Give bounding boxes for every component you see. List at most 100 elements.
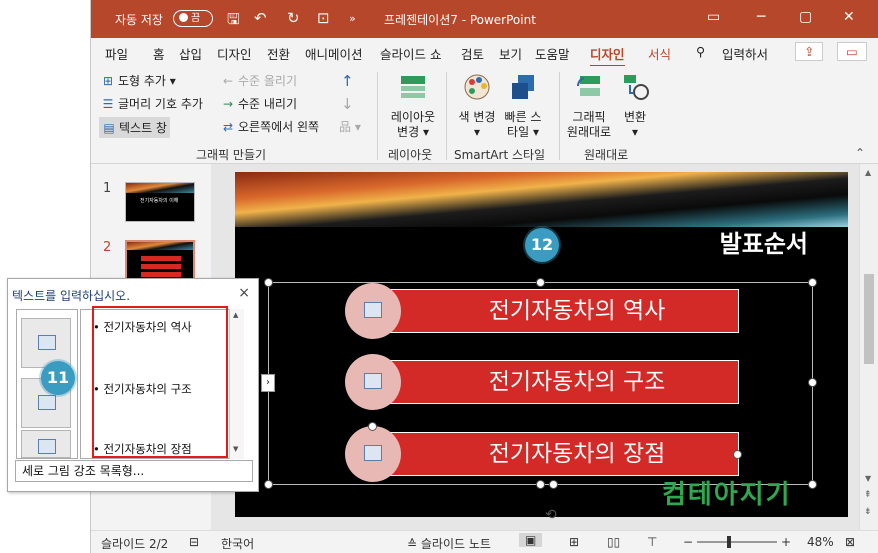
title-bar: 자동 저장 끔 🖫 ↶ ↻ ⊡ » 프레젠테이션7 - PowerPoint ▭…: [91, 0, 878, 38]
minimize-icon[interactable]: ─: [757, 9, 765, 25]
tab-insert[interactable]: 삽입: [179, 44, 202, 63]
bullet-icon: ☰: [102, 97, 114, 111]
resize-handle[interactable]: [549, 480, 558, 489]
tab-transitions[interactable]: 전환: [267, 44, 290, 63]
tab-help[interactable]: 도움말: [535, 44, 570, 63]
slide-sorter-icon[interactable]: ⊞: [569, 535, 579, 549]
tab-smartart-design[interactable]: 디자인: [590, 44, 625, 68]
share-icon[interactable]: ⇪: [795, 42, 824, 61]
change-colors-button[interactable]: 색 변경 ▾: [455, 72, 499, 140]
save-icon[interactable]: 🖫: [227, 9, 240, 34]
resize-handle[interactable]: [264, 480, 273, 489]
add-shape-button[interactable]: ⊞ 도형 추가 ▾: [101, 72, 176, 89]
tell-me-input[interactable]: 입력하서: [722, 44, 768, 63]
tab-view[interactable]: 보기: [499, 44, 522, 63]
reset-graphic-button[interactable]: 그래픽 원래대로: [565, 72, 613, 140]
resize-handle[interactable]: [536, 480, 545, 489]
convert-button[interactable]: 변환 ▾: [615, 72, 655, 140]
ribbon: ⊞ 도형 추가 ▾ ☰ 글머리 기호 추가 ▤ 텍스트 창 ← 수준 올리기 → 수준 내…: [91, 66, 878, 164]
resize-handle[interactable]: [368, 422, 377, 431]
accessibility-icon[interactable]: ⊟: [189, 535, 199, 549]
notes-button[interactable]: ≙ 슬라이드 노트: [407, 535, 491, 552]
text-pane-scrollbar[interactable]: ▲ ▼: [229, 309, 244, 459]
move-up-icon[interactable]: ↑: [341, 72, 354, 90]
vertical-scrollbar[interactable]: ▲ ▼ ⇞ ⇟: [859, 164, 878, 530]
undo-icon[interactable]: ↶: [254, 9, 267, 27]
picture-icon: [38, 335, 56, 350]
resize-handle[interactable]: [264, 278, 273, 287]
thumbnail-number: 2: [103, 240, 112, 255]
zoom-in-icon[interactable]: +: [781, 535, 791, 549]
document-title: 프레젠테이션7 - PowerPoint: [384, 13, 536, 27]
tab-animations[interactable]: 애니메이션: [305, 44, 363, 63]
palette-icon: [464, 74, 490, 100]
zoom-out-icon[interactable]: −: [683, 535, 693, 549]
close-window-icon[interactable]: ✕: [843, 9, 855, 25]
left-arrow-icon: ←: [222, 74, 234, 88]
close-icon[interactable]: ×: [238, 285, 250, 301]
redo-icon[interactable]: ↻: [287, 9, 300, 27]
status-bar: 슬라이드 2/2 ⊟ 한국어 ≙ 슬라이드 노트 ▣ ⊞ ▯▯ ⊤ − + 48…: [91, 530, 878, 553]
tab-design[interactable]: 디자인: [217, 44, 252, 63]
preview-picture: [21, 430, 71, 458]
scroll-up-icon: ▲: [233, 311, 239, 319]
convert-icon: [624, 75, 649, 100]
more-commands-icon[interactable]: »: [349, 12, 356, 25]
move-down-icon: ↓: [341, 95, 354, 113]
resize-handle[interactable]: [536, 278, 545, 287]
zoom-level[interactable]: 48%: [807, 535, 834, 549]
layout-name-link[interactable]: 세로 그림 강조 목록형...: [15, 460, 253, 482]
collapse-ribbon-icon[interactable]: ⌃: [855, 146, 865, 160]
slide-canvas[interactable]: 발표순서 전기자동차의 역사 전기자동차의 구조 전기자동차의 장점: [235, 172, 848, 517]
search-icon[interactable]: ⚲: [696, 44, 705, 59]
resize-handle[interactable]: [808, 480, 817, 489]
zoom-slider[interactable]: [697, 536, 777, 548]
resize-handle[interactable]: [733, 450, 742, 459]
comments-icon[interactable]: ▭: [837, 42, 867, 61]
picture-icon: [38, 439, 56, 454]
highlight-box: [92, 306, 228, 458]
language-label[interactable]: 한국어: [221, 535, 254, 552]
expand-text-pane-button[interactable]: ›: [261, 374, 275, 392]
tab-home[interactable]: 홈: [153, 44, 165, 63]
scroll-down-icon: ▼: [233, 445, 239, 453]
resize-handle[interactable]: [808, 378, 817, 387]
reading-view-icon[interactable]: ▯▯: [607, 535, 620, 549]
right-to-left-button[interactable]: ⇄ 오른쪽에서 왼쪽: [221, 118, 319, 135]
present-icon[interactable]: ⊡: [317, 9, 330, 27]
tab-file[interactable]: 파일: [105, 44, 128, 63]
slide-thumbnail-2[interactable]: [125, 240, 195, 282]
add-bullet-button[interactable]: ☰ 글머리 기호 추가: [101, 95, 203, 112]
maximize-icon[interactable]: ▢: [799, 9, 812, 25]
autosave-toggle[interactable]: 끔: [173, 10, 213, 27]
fit-to-window-icon[interactable]: ⊠: [845, 535, 855, 549]
previous-slide-icon: ⇞: [864, 490, 872, 500]
text-pane-button[interactable]: ▤ 텍스트 창: [99, 117, 170, 138]
promote-button: ← 수준 올리기: [222, 74, 298, 88]
rotate-handle-icon[interactable]: ⟲: [545, 507, 557, 523]
layout-group-label: 레이아웃: [388, 148, 433, 162]
slide-banner-graphic: [235, 172, 848, 227]
slideshow-view-icon[interactable]: ⊤: [647, 535, 657, 549]
tab-review[interactable]: 검토: [461, 44, 484, 63]
text-pane-title: 텍스트를 입력하십시오.: [12, 289, 131, 303]
smartart-frame[interactable]: [268, 282, 813, 485]
change-layout-button[interactable]: 레이아웃 변경 ▾: [385, 72, 441, 140]
slide-title[interactable]: 발표순서: [720, 224, 808, 259]
ribbon-display-icon[interactable]: ▭: [707, 9, 720, 25]
slide-thumbnail-1[interactable]: 전기자동차의 이해: [125, 182, 195, 222]
reset-icon: [577, 76, 600, 96]
swap-icon: ⇄: [222, 120, 234, 134]
resize-handle[interactable]: [808, 278, 817, 287]
scroll-up-icon: ▲: [865, 168, 872, 177]
watermark: 컴테아지기: [662, 480, 792, 510]
preview-picture: [21, 318, 71, 368]
tab-slideshow[interactable]: 슬라이드 쇼: [380, 44, 441, 63]
demote-button[interactable]: → 수준 내리기: [221, 95, 297, 112]
normal-view-icon[interactable]: ▣: [519, 533, 543, 547]
right-arrow-icon: →: [222, 97, 234, 111]
text-pane-icon: ▤: [103, 121, 115, 135]
smartart-styles-group-label: SmartArt 스타일: [454, 148, 546, 162]
tab-format[interactable]: 서식: [648, 44, 671, 63]
quick-styles-button[interactable]: 빠른 스 타일 ▾: [501, 72, 545, 140]
